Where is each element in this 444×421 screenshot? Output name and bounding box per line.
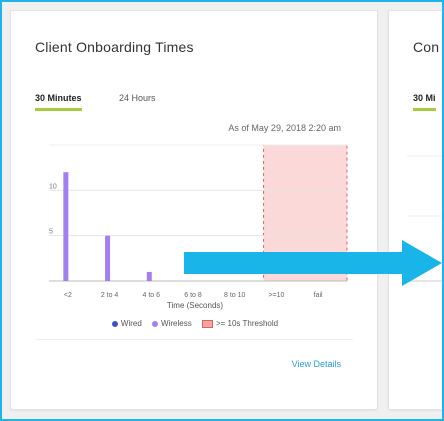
frame-inner: Client Onboarding Times 30 Minutes 24 Ho… (2, 2, 442, 419)
right-arrow-icon (184, 240, 442, 286)
